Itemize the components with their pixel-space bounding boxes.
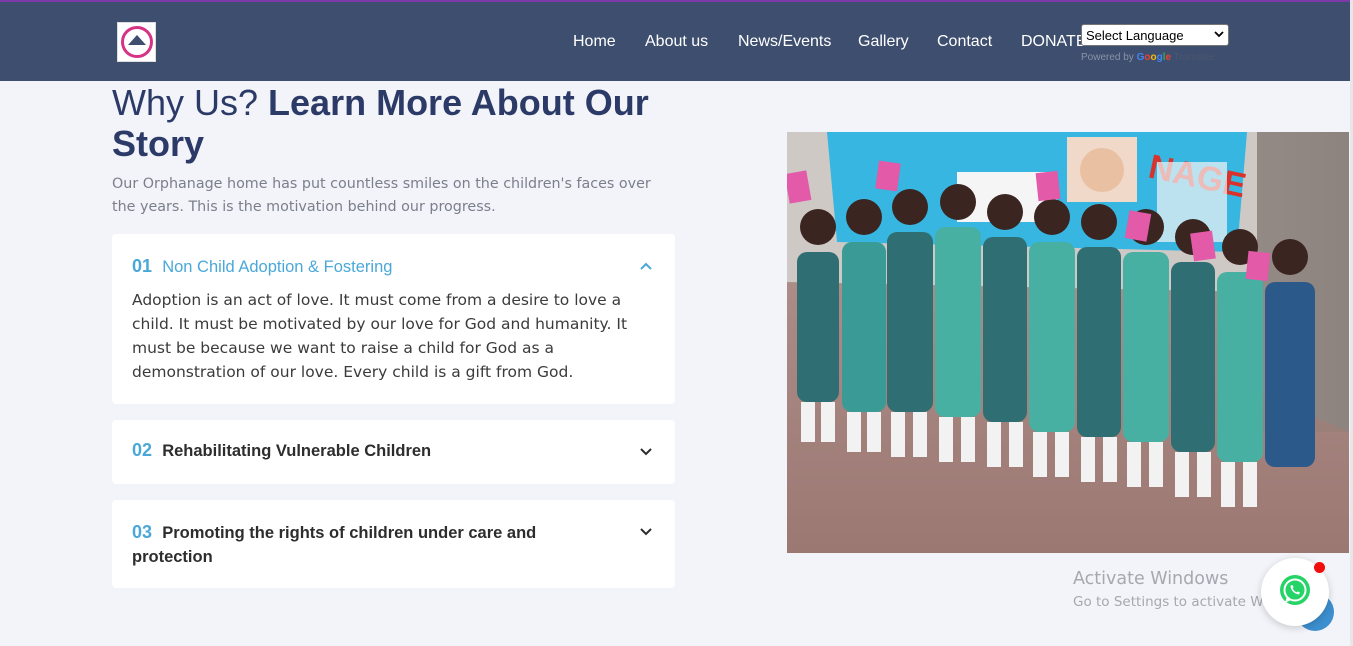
powered-by-label: Powered by [1081,52,1134,63]
chevron-down-icon[interactable] [637,442,655,460]
accordion-header-3[interactable]: 03 Promoting the rights of children unde… [132,520,655,568]
notification-dot [1314,562,1325,573]
accordion-title: Non Child Adoption & Fostering [162,258,393,276]
nav-home[interactable]: Home [573,33,616,51]
accordion-title: Rehabilitating Vulnerable Children [162,442,432,460]
accordion-number: 03 [132,522,153,542]
accordion-number: 02 [132,440,153,460]
accordion-number: 01 [132,256,153,276]
translate-link[interactable]: Translate [1174,52,1215,63]
chevron-up-icon[interactable] [637,258,655,276]
language-select-value: Select Language [1086,27,1184,43]
accordion-item-2: 02 Rehabilitating Vulnerable Children [112,420,675,484]
nav-about-us[interactable]: About us [645,33,708,51]
chevron-down-icon [1214,30,1224,41]
google-letter: e [1165,52,1172,63]
section-intro: Our Orphanage home has put countless smi… [112,176,651,215]
children-group-photo: NAGE [787,132,1349,553]
house-icon [127,35,146,45]
language-select[interactable]: Select Language [1081,24,1229,46]
accordion-title: Promoting the rights of children under c… [132,524,537,566]
accordion-item-1: 01 Non Child Adoption & Fostering Adopti… [112,234,675,404]
navbar: Home About us News/Events Gallery Contac… [0,2,1350,81]
activate-windows-title: Activate Windows [1073,569,1229,589]
chevron-down-icon[interactable] [637,522,655,540]
site-logo[interactable] [117,22,156,62]
accordion-item-3: 03 Promoting the rights of children unde… [112,500,675,588]
nav-news-events[interactable]: News/Events [738,33,831,51]
whatsapp-icon [1278,573,1312,611]
nav-donate[interactable]: DONATE [1021,33,1086,51]
heading-light: Why Us? [112,82,259,123]
accordion-header-2[interactable]: 02 Rehabilitating Vulnerable Children [132,440,655,464]
accordion-body: Adoption is an act of love. It must come… [132,291,628,381]
accordion-header-1[interactable]: 01 Non Child Adoption & Fostering [132,256,655,278]
powered-by-google: Powered by Google Translate [1081,52,1215,63]
nav-contact[interactable]: Contact [937,33,992,51]
section-heading: Why Us? Learn More About Our Story [112,82,672,164]
nav-gallery[interactable]: Gallery [858,33,909,51]
logo-emblem [120,26,153,58]
